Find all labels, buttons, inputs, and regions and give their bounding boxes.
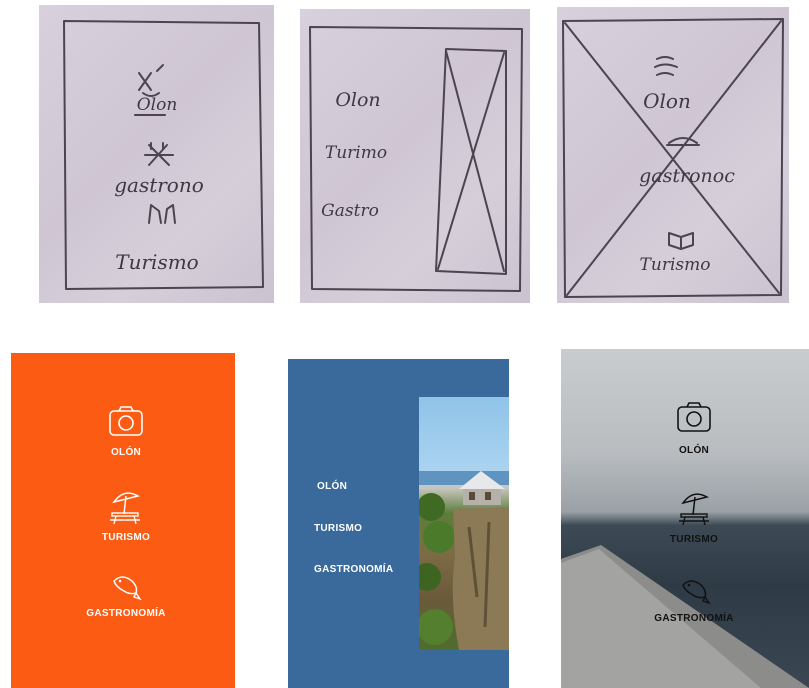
sketch-label-gastronomia: gastrono xyxy=(114,173,204,197)
fish-icon[interactable] xyxy=(110,571,142,603)
menu-item-gastronomia[interactable]: GASTRONOMÍA xyxy=(86,608,165,619)
mockup-photo-background-menu: OLÓN TURISMO GASTRONOMÍA xyxy=(561,349,809,688)
sketch-label-turismo: Turimo xyxy=(324,143,388,163)
camera-icon[interactable] xyxy=(108,405,144,437)
camera-icon[interactable] xyxy=(676,401,712,433)
sketch-label-olon: Olon xyxy=(136,95,178,115)
menu-item-turismo[interactable]: TURISMO xyxy=(102,532,150,543)
mockup-orange-menu: OLÓN TURISMO GASTRONOMÍA xyxy=(11,353,235,688)
menu-item-gastronomia[interactable]: GASTRONOMÍA xyxy=(314,564,393,575)
sketch-label-olon: Olon xyxy=(643,89,691,113)
sketch-label-gastronomia: Gastro xyxy=(321,201,379,221)
umbrella-picnic-table-icon[interactable] xyxy=(108,488,142,526)
sketch-label-turismo: Turismo xyxy=(115,250,199,274)
mockup-blue-side-menu: OLÓN TURISMO GASTRONOMÍA xyxy=(288,359,509,688)
sketch-label-turismo: Turismo xyxy=(639,255,711,275)
menu-item-olon[interactable]: OLÓN xyxy=(317,481,347,492)
menu-item-olon[interactable]: OLÓN xyxy=(679,445,709,456)
sketch-side-menu-with-image: Olon Turimo Gastro xyxy=(300,9,530,303)
coastal-cliff-image xyxy=(419,397,509,650)
menu-item-turismo[interactable]: TURISMO xyxy=(314,523,362,534)
menu-item-turismo[interactable]: TURISMO xyxy=(670,534,718,545)
fish-icon[interactable] xyxy=(679,575,711,607)
sketch-vertical-icon-menu: Olon gastrono Turismo xyxy=(39,5,274,303)
menu-item-olon[interactable]: OLÓN xyxy=(111,447,141,458)
sketch-label-olon: Olon xyxy=(335,89,381,111)
umbrella-picnic-table-icon[interactable] xyxy=(677,489,711,527)
sketch-full-background-icon-menu: Olon gastronoc Turismo xyxy=(557,7,789,303)
menu-item-gastronomia[interactable]: GASTRONOMÍA xyxy=(654,613,733,624)
sketch-label-gastronomia: gastronoc xyxy=(639,165,735,187)
